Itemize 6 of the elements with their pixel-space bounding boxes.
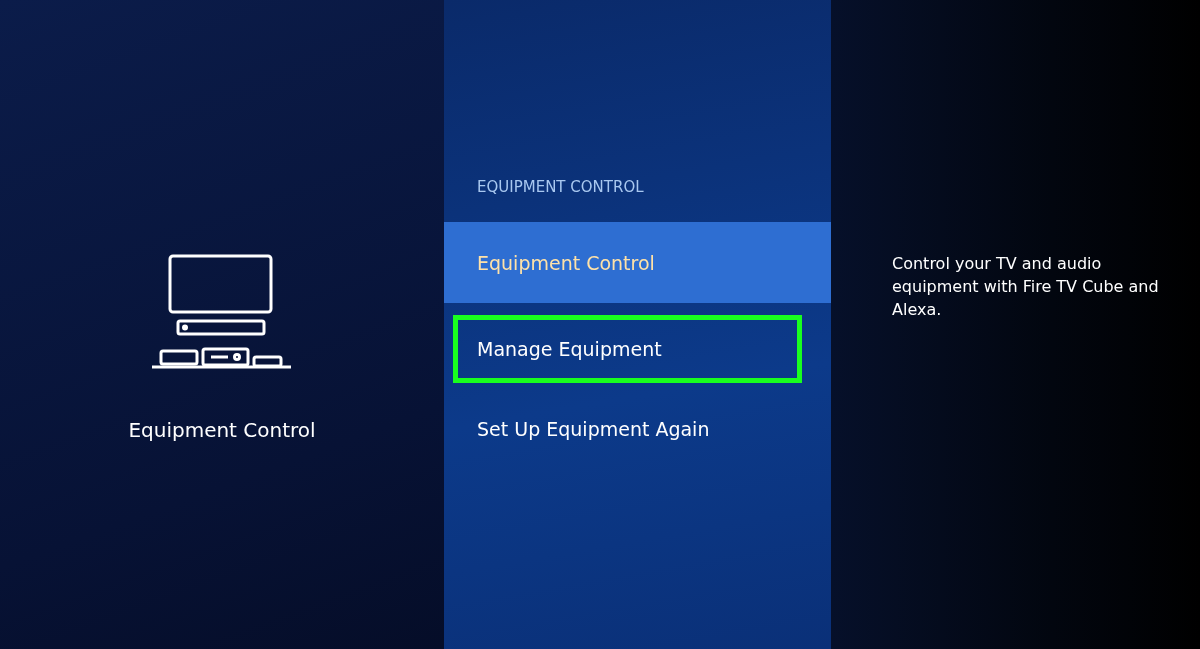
menu-item[interactable]: Set Up Equipment Again xyxy=(444,397,831,460)
category-title: Equipment Control xyxy=(128,418,316,442)
menu-heading: EQUIPMENT CONTROL xyxy=(476,178,645,198)
description-text: Control your TV and audio equipment with Fire TV Cube and Alexa. xyxy=(892,253,1160,321)
menu-item[interactable]: Manage Equipment xyxy=(453,315,802,383)
menu-item[interactable]: Equipment Control xyxy=(444,222,831,303)
